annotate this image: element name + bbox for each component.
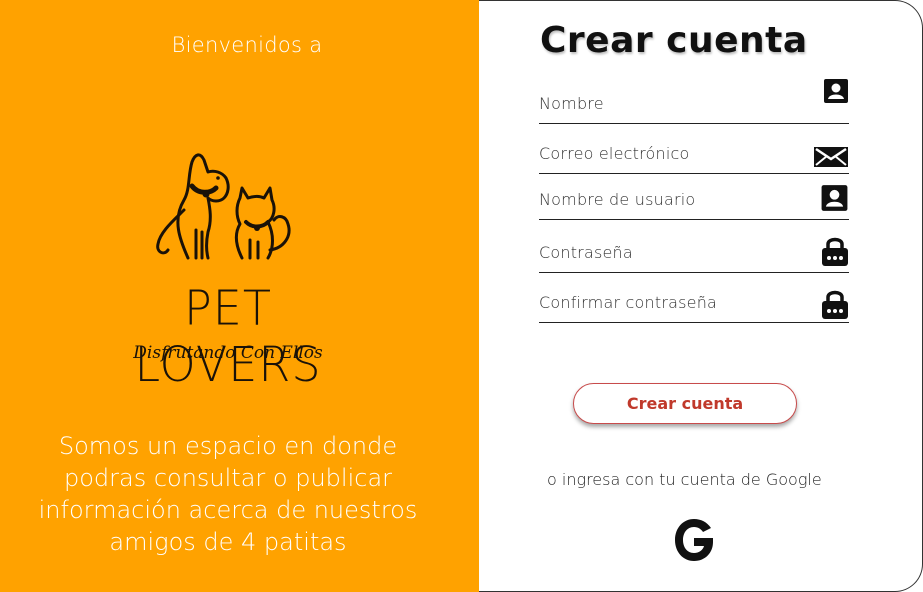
google-signin-text: o ingresa con tu cuenta de Google (547, 470, 822, 489)
username-field[interactable]: Nombre de usuario (539, 180, 849, 220)
password-field[interactable]: Contraseña (539, 233, 849, 273)
lock-icon (822, 290, 848, 319)
username-label: Nombre de usuario (539, 190, 696, 209)
form-title: Crear cuenta (540, 20, 808, 61)
logo-title: PET LOVERS (134, 279, 322, 393)
email-label: Correo electrónico (539, 144, 690, 163)
welcome-panel: Bienvenidos a PET LOVERS Disfrutando Con… (0, 0, 480, 592)
user-card-icon (821, 185, 848, 211)
welcome-text: Bienvenidos a (171, 33, 323, 57)
pet-lovers-logo-icon (156, 153, 291, 260)
envelope-icon (814, 147, 848, 167)
description-text: Somos un espacio en donde podras consult… (38, 432, 418, 556)
name-label: Nombre (539, 94, 604, 113)
confirm-password-label: Confirmar contraseña (539, 293, 718, 312)
user-card-icon (824, 79, 848, 103)
google-g-icon[interactable] (670, 514, 718, 566)
password-label: Contraseña (539, 243, 633, 262)
name-field[interactable]: Nombre (539, 79, 849, 124)
confirm-password-field[interactable]: Confirmar contraseña (539, 283, 849, 323)
logo-subtitle: Disfrutando Con Ellos (133, 343, 323, 363)
email-field[interactable]: Correo electrónico (539, 134, 849, 174)
lock-icon (822, 237, 848, 266)
create-account-button[interactable]: Crear cuenta (573, 383, 797, 424)
